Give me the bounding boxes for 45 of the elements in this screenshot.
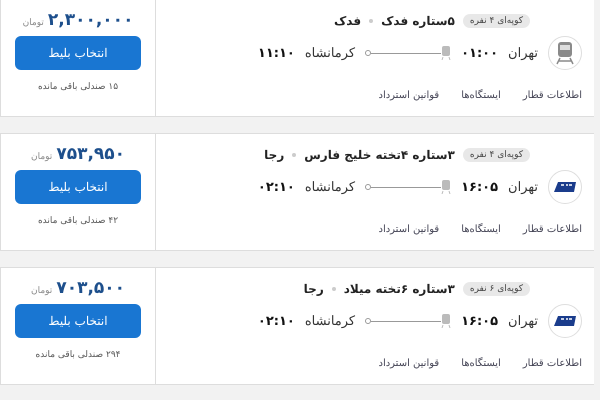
info-link[interactable]: قوانین استرداد [378, 90, 440, 101]
info-link[interactable]: ایستگاه‌ها [461, 358, 501, 369]
rail-logo-icon [554, 316, 576, 326]
info-link[interactable]: اطلاعات قطار [522, 224, 582, 235]
company-name: رجا [264, 148, 284, 162]
coupe-badge: کوپه‌ای ۴ نفره [462, 14, 530, 28]
seats-remaining: ۱۵ صندلی باقی مانده [38, 82, 118, 92]
arrival-time: ۰۲:۱۰ [258, 314, 295, 328]
departure-time: ۱۶:۰۵ [461, 314, 498, 328]
price: ۲,۳۰۰,۰۰۰ [48, 10, 134, 30]
currency: تومان [30, 286, 52, 296]
price: ۷۵۳,۹۵۰ [56, 144, 126, 164]
info-link[interactable]: قوانین استرداد [378, 224, 440, 235]
rail-logo-icon [554, 182, 576, 192]
info-link[interactable]: ایستگاه‌ها [461, 224, 501, 235]
arrival-time: ۰۲:۱۰ [258, 180, 295, 194]
currency: تومان [30, 152, 52, 162]
currency: تومان [22, 18, 44, 28]
info-link[interactable]: اطلاعات قطار [522, 90, 582, 101]
seats-remaining: ۴۲ صندلی باقی مانده [38, 216, 118, 226]
company-name: رجا [304, 282, 324, 296]
train-icon [555, 41, 575, 65]
company-name: فدک [334, 14, 362, 28]
price: ۷۰۳,۵۰۰ [56, 278, 126, 298]
departure-time: ۱۶:۰۵ [461, 180, 498, 194]
arrival-time: ۱۱:۱۰ [258, 46, 295, 60]
departure-time: ۰۱:۰۰ [461, 46, 498, 60]
train-name: ۳ستاره ۶تخته میلاد [344, 282, 455, 296]
train-name: ۵ستاره فدک [381, 14, 455, 28]
train-name: ۳ستاره ۴تخته خلیج فارس [304, 148, 455, 162]
info-link[interactable]: قوانین استرداد [378, 358, 440, 369]
destination-city: کرمانشاه [304, 46, 356, 60]
origin-city: تهران [508, 180, 538, 194]
info-link[interactable]: ایستگاه‌ها [461, 90, 501, 101]
coupe-badge: کوپه‌ای ۶ نفره [462, 282, 530, 296]
destination-city: کرمانشاه [304, 314, 356, 328]
select-ticket-button[interactable]: انتخاب بلیط [15, 36, 141, 70]
seats-remaining: ۲۹۴ صندلی باقی مانده [36, 350, 120, 360]
select-ticket-button[interactable]: انتخاب بلیط [15, 170, 141, 204]
origin-city: تهران [508, 46, 538, 60]
select-ticket-button[interactable]: انتخاب بلیط [15, 304, 141, 338]
destination-city: کرمانشاه [304, 180, 356, 194]
coupe-badge: کوپه‌ای ۴ نفره [462, 148, 530, 162]
info-link[interactable]: اطلاعات قطار [522, 358, 582, 369]
origin-city: تهران [508, 314, 538, 328]
